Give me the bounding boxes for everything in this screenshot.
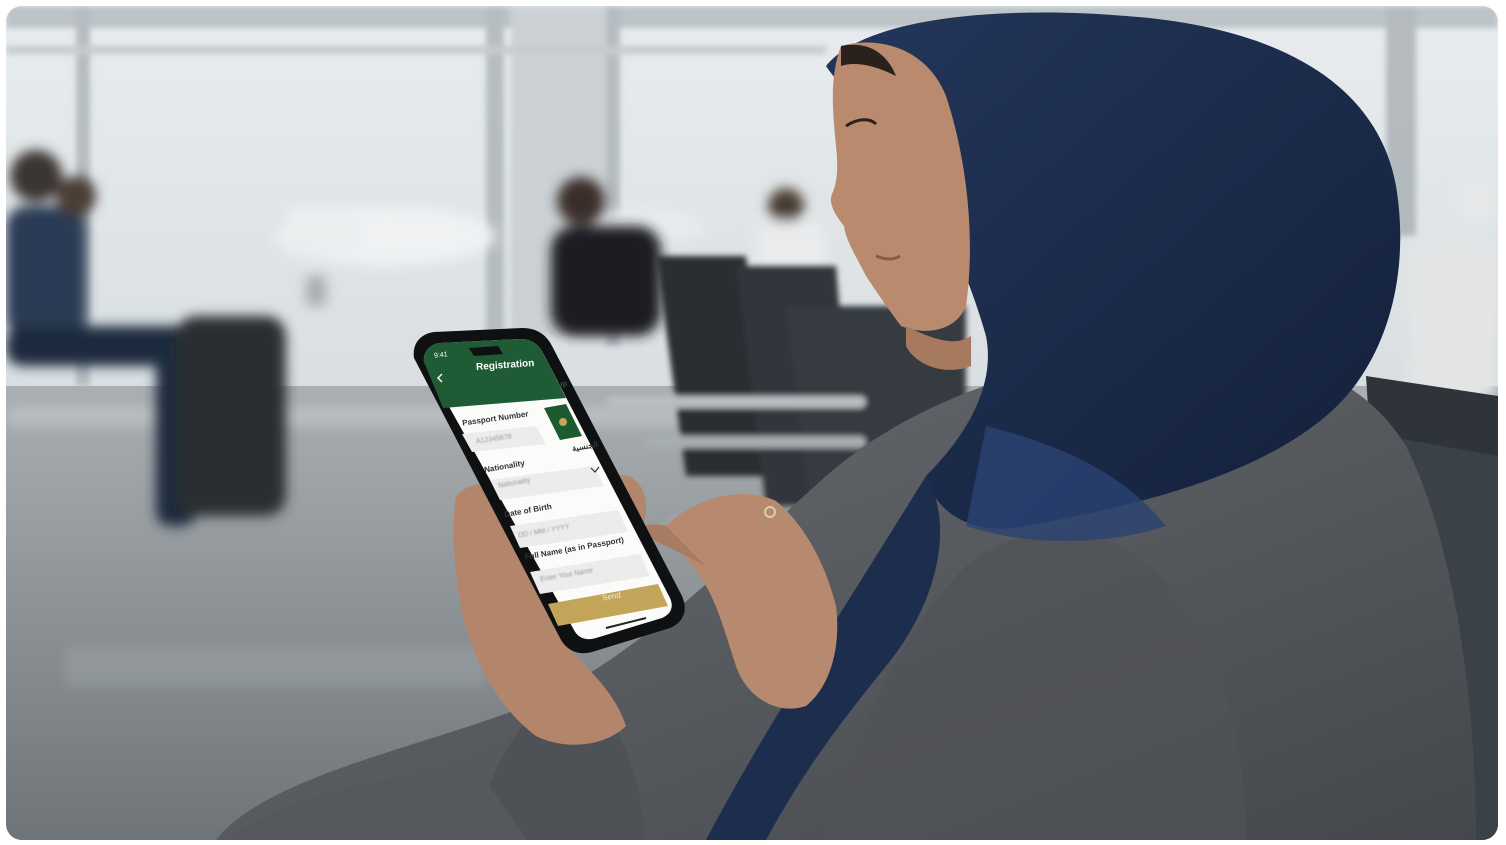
photo-frame: 9:41 Registration Profile Setup Passport… [6,6,1498,840]
airport-lounge-photo [6,6,1498,840]
